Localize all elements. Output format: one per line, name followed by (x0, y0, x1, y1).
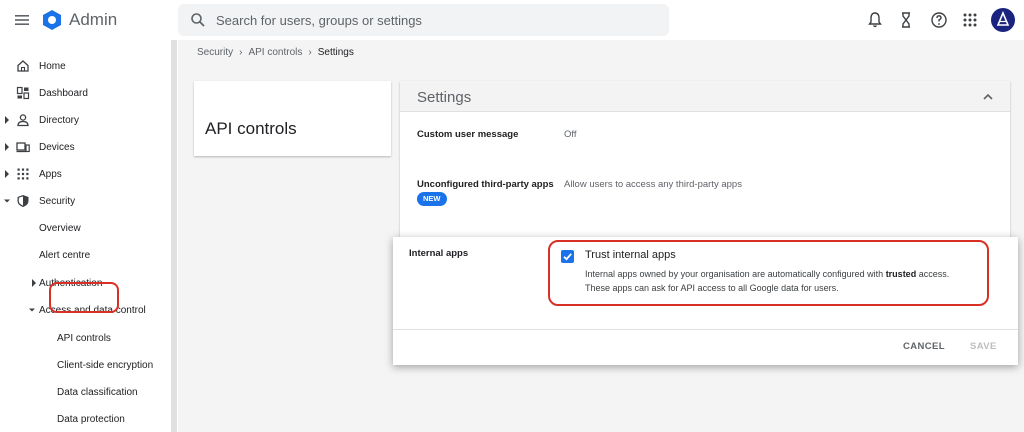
sidebar: Home Dashboard Directory Devices Apps Se… (0, 40, 178, 432)
apps-grid-icon (17, 168, 29, 180)
dialog-divider (393, 329, 1018, 330)
sidebar-scrollbar[interactable] (171, 40, 177, 432)
sidebar-item-label: API controls (57, 332, 111, 344)
sidebar-item-label: Directory (39, 114, 80, 126)
collapse-arrow-icon[interactable] (4, 197, 10, 205)
sidebar-item-label: Data protection (57, 413, 125, 425)
apps-grid-icon[interactable] (960, 10, 980, 30)
top-bar: Admin (0, 0, 1024, 40)
sidebar-item-overview[interactable]: Overview (0, 217, 170, 239)
home-icon (17, 60, 29, 72)
settings-header[interactable]: Settings (400, 81, 1010, 112)
search-icon (191, 13, 205, 27)
sidebar-item-label: Devices (39, 141, 75, 153)
main-content: Security › API controls › Settings API c… (178, 40, 1024, 432)
sidebar-item-devices[interactable]: Devices (0, 136, 170, 158)
person-icon (17, 114, 29, 127)
avatar-logo-icon (996, 10, 1010, 26)
chevron-right-icon: › (308, 47, 312, 58)
app-title: Admin (69, 10, 118, 29)
sidebar-item-label: Dashboard (39, 87, 88, 99)
admin-logo[interactable]: Admin (41, 9, 117, 31)
page-title: API controls (205, 119, 297, 138)
hourglass-icon[interactable] (896, 10, 916, 30)
dashboard-icon (16, 86, 30, 100)
sidebar-item-data-protection[interactable]: Data protection (0, 408, 170, 430)
expand-arrow-icon[interactable] (31, 279, 37, 287)
sidebar-item-label: Data classification (57, 386, 138, 398)
internal-apps-label: Internal apps (409, 248, 469, 259)
chevron-up-icon[interactable] (981, 90, 995, 104)
sidebar-item-label: Alert centre (39, 249, 91, 261)
internal-apps-dialog: Internal apps Trust internal apps Intern… (393, 237, 1018, 365)
collapse-arrow-icon[interactable] (29, 306, 35, 314)
breadcrumb-api-controls[interactable]: API controls (248, 47, 302, 58)
breadcrumb-security[interactable]: Security (197, 47, 233, 58)
page-title-card: API controls (194, 81, 391, 156)
sidebar-item-directory[interactable]: Directory (0, 109, 170, 131)
account-avatar[interactable] (991, 8, 1015, 32)
trust-internal-apps-highlight (548, 240, 989, 306)
sidebar-item-dashboard[interactable]: Dashboard (0, 82, 170, 104)
sidebar-item-api-controls[interactable]: API controls (0, 327, 170, 349)
devices-icon (16, 142, 30, 153)
new-badge: NEW (417, 192, 447, 206)
sidebar-item-label: Security (39, 195, 76, 207)
settings-title: Settings (417, 89, 472, 106)
search-input[interactable] (216, 12, 656, 28)
sidebar-item-label: Apps (39, 168, 62, 180)
sidebar-item-apps[interactable]: Apps (0, 163, 170, 185)
breadcrumb-settings: Settings (317, 47, 354, 58)
sidebar-item-label: Client-side encryption (57, 359, 154, 371)
sidebar-item-alert-centre[interactable]: Alert centre (0, 244, 170, 266)
hamburger-menu-icon[interactable] (12, 10, 32, 30)
sidebar-item-label: Home (39, 60, 66, 72)
breadcrumb: Security › API controls › Settings (197, 47, 354, 58)
admin-hexagon-icon (43, 10, 61, 30)
sidebar-item-label: Overview (39, 222, 81, 234)
save-button[interactable]: SAVE (970, 341, 997, 352)
sidebar-item-data-classification[interactable]: Data classification (0, 381, 170, 403)
api-controls-highlight (49, 282, 119, 313)
bell-icon[interactable] (865, 10, 885, 30)
custom-user-message-label: Custom user message (417, 129, 519, 140)
custom-user-message-value[interactable]: Off (564, 129, 577, 140)
search-bar[interactable] (178, 4, 669, 36)
sidebar-item-home[interactable]: Home (0, 55, 170, 77)
expand-arrow-icon[interactable] (4, 170, 10, 178)
expand-arrow-icon[interactable] (4, 143, 10, 151)
chevron-right-icon: › (239, 47, 243, 58)
expand-arrow-icon[interactable] (4, 116, 10, 124)
cancel-button[interactable]: CANCEL (903, 341, 945, 352)
sidebar-item-security[interactable]: Security (0, 190, 170, 212)
unconfigured-apps-label: Unconfigured third-party apps (417, 179, 554, 190)
help-icon[interactable] (929, 10, 949, 30)
sidebar-item-client-side-encryption[interactable]: Client-side encryption (0, 354, 170, 376)
shield-icon (17, 195, 29, 207)
unconfigured-apps-value[interactable]: Allow users to access any third-party ap… (564, 179, 742, 190)
